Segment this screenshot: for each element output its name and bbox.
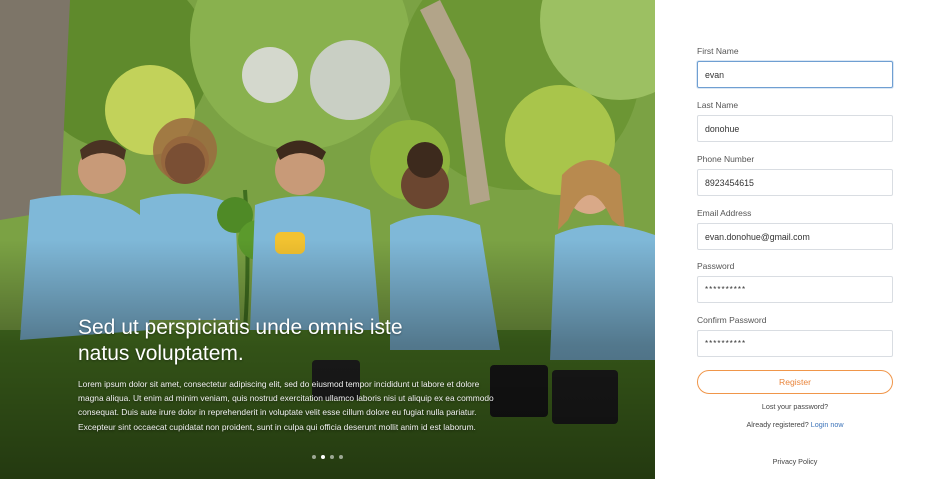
carousel-dot-3[interactable] <box>330 455 334 459</box>
already-registered-row: Already registered? Login now <box>697 420 893 429</box>
carousel-dots <box>312 455 343 459</box>
carousel-dot-2[interactable] <box>321 455 325 459</box>
first-name-label: First Name <box>697 46 739 56</box>
privacy-policy-link[interactable]: Privacy Policy <box>697 457 893 466</box>
carousel-dot-1[interactable] <box>312 455 316 459</box>
last-name-group: Last Name <box>697 100 893 142</box>
email-group: Email Address <box>697 208 893 250</box>
registration-form: First Name Last Name Phone Number Email … <box>655 0 932 479</box>
first-name-group: First Name <box>697 46 893 88</box>
login-now-link[interactable]: Login now <box>811 420 844 429</box>
register-button[interactable]: Register <box>697 370 893 394</box>
already-registered-text: Already registered? <box>746 420 809 429</box>
phone-input[interactable] <box>697 169 893 196</box>
lost-password-link[interactable]: Lost your password? <box>697 402 893 411</box>
email-input[interactable] <box>697 223 893 250</box>
first-name-input[interactable] <box>697 61 893 88</box>
hero-panel: Sed ut perspiciatis unde omnis iste natu… <box>0 0 655 479</box>
last-name-label: Last Name <box>697 100 739 110</box>
carousel-dot-4[interactable] <box>339 455 343 459</box>
hero-heading: Sed ut perspiciatis unde omnis iste natu… <box>78 316 403 365</box>
confirm-password-label: Confirm Password <box>697 315 767 325</box>
confirm-password-group: Confirm Password <box>697 315 893 357</box>
phone-group: Phone Number <box>697 154 893 196</box>
password-label: Password <box>697 261 735 271</box>
hero-body-text: Lorem ipsum dolor sit amet, consectetur … <box>78 379 494 432</box>
password-group: Password <box>697 261 893 303</box>
phone-label: Phone Number <box>697 154 755 164</box>
email-label: Email Address <box>697 208 752 218</box>
last-name-input[interactable] <box>697 115 893 142</box>
password-input[interactable] <box>697 276 893 303</box>
confirm-password-input[interactable] <box>697 330 893 357</box>
